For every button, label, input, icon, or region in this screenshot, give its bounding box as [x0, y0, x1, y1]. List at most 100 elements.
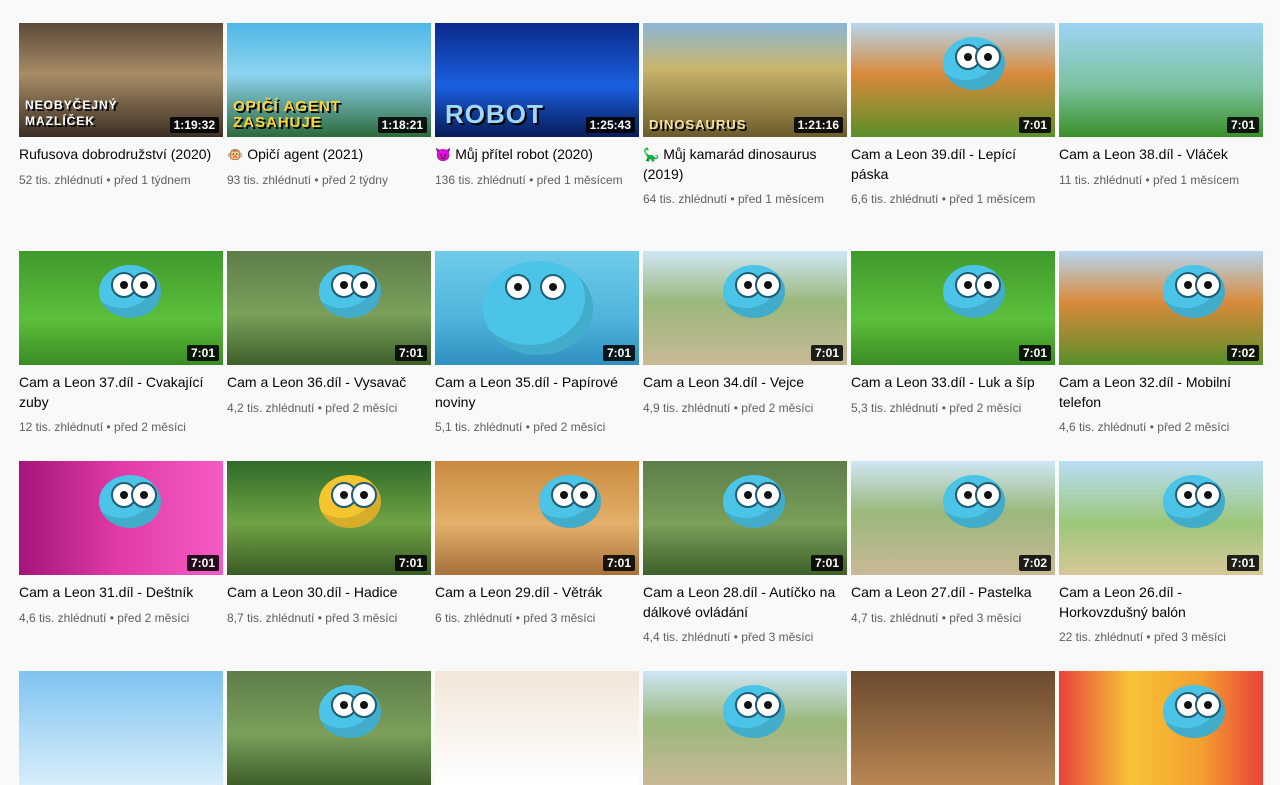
eye-icon: [505, 274, 531, 301]
video-thumbnail[interactable]: 7:01: [851, 23, 1055, 137]
video-duration-badge: 7:01: [1018, 117, 1051, 133]
video-title[interactable]: Cam a Leon 37.díl - Cvakající zuby: [19, 373, 219, 412]
video-thumbnail[interactable]: [643, 671, 847, 785]
video-card[interactable]: [227, 671, 431, 785]
video-card[interactable]: [435, 671, 639, 785]
video-thumbnail[interactable]: NEOBYČEJNÝ MAZLÍČEK 1:19:32: [19, 23, 223, 137]
video-title-text: Cam a Leon 33.díl - Luk a šíp: [851, 374, 1035, 390]
video-thumbnail[interactable]: [19, 671, 223, 785]
video-card[interactable]: [851, 671, 1055, 785]
video-thumbnail[interactable]: 7:01: [1059, 461, 1263, 575]
video-metadata: 12 tis. zhlédnutí • před 2 měsíci: [19, 418, 219, 436]
video-thumbnail[interactable]: ROBOT 1:25:43: [435, 23, 639, 137]
video-title[interactable]: Cam a Leon 28.díl - Autíčko na dálkové o…: [643, 583, 843, 622]
video-card[interactable]: 7:01 Cam a Leon 36.díl - Vysavač 4,2 tis. …: [227, 251, 431, 461]
video-metadata: 4,6 tis. zhlédnutí • před 2 měsíci: [1059, 418, 1259, 436]
video-title-text: Cam a Leon 27.díl - Pastelka: [851, 584, 1032, 600]
video-card[interactable]: 7:01 Cam a Leon 28.díl - Autíčko na dálko…: [643, 461, 847, 671]
video-title[interactable]: Cam a Leon 30.díl - Hadice: [227, 583, 427, 603]
video-title[interactable]: Cam a Leon 35.díl - Papírové noviny: [435, 373, 635, 412]
view-count: 4,2 tis. zhlédnutí: [227, 400, 315, 415]
video-thumbnail[interactable]: [227, 671, 431, 785]
video-title[interactable]: Cam a Leon 26.díl - Horkovzdušný balón: [1059, 583, 1259, 622]
video-card[interactable]: 7:01 Cam a Leon 33.díl - Luk a šíp 5,3 tis…: [851, 251, 1055, 461]
video-title[interactable]: Cam a Leon 27.díl - Pastelka: [851, 583, 1051, 603]
video-thumbnail[interactable]: 7:01: [643, 251, 847, 365]
video-thumbnail[interactable]: 7:01: [19, 251, 223, 365]
video-card[interactable]: ROBOT 1:25:43 👿 Můj přítel robot (2020) 136 …: [435, 23, 639, 251]
video-card[interactable]: 7:02 Cam a Leon 27.díl - Pastelka 4,7 tis.…: [851, 461, 1055, 671]
video-card[interactable]: 7:01 Cam a Leon 29.díl - Větrák 6 tis. zhl…: [435, 461, 639, 671]
video-title[interactable]: Rufusova dobrodružství (2020): [19, 145, 219, 165]
video-card[interactable]: 7:01 Cam a Leon 35.díl - Papírové noviny 5…: [435, 251, 639, 461]
video-metadata: 136 tis. zhlédnutí • před 1 měsícem: [435, 171, 635, 189]
view-count: 5,1 tis. zhlédnutí: [435, 420, 523, 434]
video-title-text: Cam a Leon 39.díl - Lepící páska: [851, 146, 1016, 182]
video-thumbnail[interactable]: 7:01: [227, 251, 431, 365]
video-card[interactable]: [19, 671, 223, 785]
video-thumbnail[interactable]: 7:01: [851, 251, 1055, 365]
separator-dot: •: [103, 420, 114, 434]
title-emoji-icon: 👿: [435, 147, 452, 162]
video-duration-badge: 7:01: [810, 345, 843, 361]
video-thumbnail[interactable]: DINOSAURUS 1:21:16: [643, 23, 847, 137]
video-card[interactable]: 7:01 Cam a Leon 26.díl - Horkovzdušný bal…: [1059, 461, 1263, 671]
video-card[interactable]: 7:01 Cam a Leon 30.díl - Hadice 8,7 tis. z…: [227, 461, 431, 671]
video-title[interactable]: Cam a Leon 33.díl - Luk a šíp: [851, 373, 1051, 393]
view-count: 4,6 tis. zhlédnutí: [19, 610, 107, 625]
video-thumbnail[interactable]: 7:01: [643, 461, 847, 575]
view-count: 8,7 tis. zhlédnutí: [227, 610, 315, 625]
separator-dot: •: [512, 610, 524, 625]
video-thumbnail[interactable]: 7:01: [435, 251, 639, 365]
video-title-text: Cam a Leon 29.díl - Větrák: [435, 584, 603, 600]
video-thumbnail[interactable]: 7:01: [1059, 23, 1263, 137]
video-metadata: 64 tis. zhlédnutí • před 1 měsícem: [643, 190, 843, 208]
video-metadata: 5,1 tis. zhlédnutí • před 2 měsíci: [435, 418, 635, 436]
video-thumbnail[interactable]: [851, 671, 1055, 785]
video-title[interactable]: Cam a Leon 34.díl - Vejce: [643, 373, 843, 393]
video-card[interactable]: 7:01 Cam a Leon 34.díl - Vejce 4,9 tis. zh…: [643, 251, 847, 461]
video-card[interactable]: NEOBYČEJNÝ MAZLÍČEK 1:19:32 Rufusova dobro…: [19, 23, 223, 251]
video-card[interactable]: [1059, 671, 1263, 785]
video-duration-badge: 7:01: [602, 555, 635, 571]
thumbnail-overlay-text: NEOBYČEJNÝ MAZLÍČEK: [25, 98, 118, 128]
video-title[interactable]: 🐵 Opičí agent (2021): [227, 145, 427, 165]
video-card[interactable]: 7:01 Cam a Leon 37.díl - Cvakající zuby 12…: [19, 251, 223, 461]
video-title-text: Opičí agent (2021): [247, 146, 364, 162]
video-thumbnail[interactable]: 7:01: [19, 461, 223, 575]
upload-age: před 2 měsíci: [325, 400, 398, 415]
video-card[interactable]: [643, 671, 847, 785]
video-thumbnail[interactable]: 7:02: [1059, 251, 1263, 365]
video-title[interactable]: Cam a Leon 32.díl - Mobilní telefon: [1059, 373, 1259, 412]
video-thumbnail[interactable]: [435, 671, 639, 785]
video-card[interactable]: 7:01 Cam a Leon 31.díl - Deštník 4,6 tis. …: [19, 461, 223, 671]
video-thumbnail[interactable]: 7:01: [435, 461, 639, 575]
video-title[interactable]: 🦕 Můj kamarád dinosaurus (2019): [643, 145, 843, 184]
thumbnail-image: [851, 671, 1055, 785]
video-title-text: Můj přítel robot (2020): [455, 146, 593, 162]
video-title[interactable]: Cam a Leon 39.díl - Lepící páska: [851, 145, 1051, 184]
view-count: 22 tis. zhlédnutí: [1059, 630, 1144, 644]
video-thumbnail[interactable]: 7:02: [851, 461, 1055, 575]
upload-age: před 3 měsíci: [741, 630, 814, 644]
video-metadata: 8,7 tis. zhlédnutí • před 3 měsíci: [227, 609, 427, 627]
video-card[interactable]: 7:01 Cam a Leon 39.díl - Lepící páska 6,6 …: [851, 23, 1055, 251]
video-title[interactable]: Cam a Leon 36.díl - Vysavač: [227, 373, 427, 393]
video-title[interactable]: 👿 Můj přítel robot (2020): [435, 145, 635, 165]
separator-dot: •: [938, 192, 950, 206]
separator-dot: •: [1143, 630, 1154, 644]
separator-dot: •: [730, 630, 742, 644]
video-duration-badge: 7:01: [394, 555, 427, 571]
video-thumbnail[interactable]: 7:01: [227, 461, 431, 575]
video-title[interactable]: Cam a Leon 29.díl - Větrák: [435, 583, 635, 603]
video-card[interactable]: OPIČÍ AGENT ZASAHUJE 1:18:21 🐵 Opičí agent …: [227, 23, 431, 251]
video-card[interactable]: DINOSAURUS 1:21:16 🦕 Můj kamarád dinosaurus…: [643, 23, 847, 251]
video-card[interactable]: 7:01 Cam a Leon 38.díl - Vláček 11 tis. zh…: [1059, 23, 1263, 251]
video-thumbnail[interactable]: OPIČÍ AGENT ZASAHUJE 1:18:21: [227, 23, 431, 137]
video-title[interactable]: Cam a Leon 38.díl - Vláček: [1059, 145, 1259, 165]
upload-age: před 2 měsíci: [741, 400, 814, 415]
separator-dot: •: [103, 172, 114, 187]
video-thumbnail[interactable]: [1059, 671, 1263, 785]
video-title[interactable]: Cam a Leon 31.díl - Deštník: [19, 583, 219, 603]
video-card[interactable]: 7:02 Cam a Leon 32.díl - Mobilní telefon 4…: [1059, 251, 1263, 461]
